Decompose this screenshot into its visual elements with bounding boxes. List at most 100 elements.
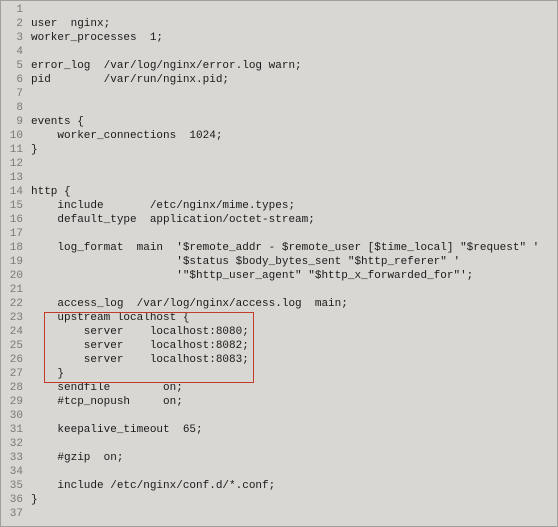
code-text — [31, 437, 557, 451]
code-text: } — [31, 367, 557, 381]
code-text — [31, 157, 557, 171]
line-number: 9 — [1, 115, 31, 129]
line-number: 4 — [1, 45, 31, 59]
code-line: 28 sendfile on; — [1, 381, 557, 395]
line-number: 19 — [1, 255, 31, 269]
code-text: log_format main '$remote_addr - $remote_… — [31, 241, 557, 255]
code-line: 23 upstream localhost { — [1, 311, 557, 325]
code-text: include /etc/nginx/mime.types; — [31, 199, 557, 213]
code-text — [31, 283, 557, 297]
line-number: 1 — [1, 3, 31, 17]
code-text: } — [31, 493, 557, 507]
line-number: 37 — [1, 507, 31, 521]
code-text: events { — [31, 115, 557, 129]
code-line: 18 log_format main '$remote_addr - $remo… — [1, 241, 557, 255]
line-number: 15 — [1, 199, 31, 213]
code-line: 8 — [1, 101, 557, 115]
code-text: access_log /var/log/nginx/access.log mai… — [31, 297, 557, 311]
line-number: 25 — [1, 339, 31, 353]
code-text: worker_connections 1024; — [31, 129, 557, 143]
line-number: 28 — [1, 381, 31, 395]
code-text: worker_processes 1; — [31, 31, 557, 45]
code-line: 20 '"$http_user_agent" "$http_x_forwarde… — [1, 269, 557, 283]
code-line: 15 include /etc/nginx/mime.types; — [1, 199, 557, 213]
line-number: 10 — [1, 129, 31, 143]
code-line: 37 — [1, 507, 557, 521]
code-text: '"$http_user_agent" "$http_x_forwarded_f… — [31, 269, 557, 283]
line-number: 33 — [1, 451, 31, 465]
code-line: 31 keepalive_timeout 65; — [1, 423, 557, 437]
code-text: include /etc/nginx/conf.d/*.conf; — [31, 479, 557, 493]
code-line: 29 #tcp_nopush on; — [1, 395, 557, 409]
code-text: keepalive_timeout 65; — [31, 423, 557, 437]
code-text — [31, 45, 557, 59]
line-number: 6 — [1, 73, 31, 87]
code-line: 17 — [1, 227, 557, 241]
code-line: 30 — [1, 409, 557, 423]
code-line: 13 — [1, 171, 557, 185]
line-number: 2 — [1, 17, 31, 31]
code-line: 32 — [1, 437, 557, 451]
code-text — [31, 507, 557, 521]
code-text: server localhost:8083; — [31, 353, 557, 367]
code-text: } — [31, 143, 557, 157]
code-text — [31, 101, 557, 115]
code-text — [31, 3, 557, 17]
line-number: 16 — [1, 213, 31, 227]
code-line: 6pid /var/run/nginx.pid; — [1, 73, 557, 87]
code-line: 16 default_type application/octet-stream… — [1, 213, 557, 227]
line-number: 8 — [1, 101, 31, 115]
code-line: 21 — [1, 283, 557, 297]
line-number: 34 — [1, 465, 31, 479]
code-line: 3worker_processes 1; — [1, 31, 557, 45]
code-line: 11} — [1, 143, 557, 157]
line-number: 35 — [1, 479, 31, 493]
code-line: 22 access_log /var/log/nginx/access.log … — [1, 297, 557, 311]
code-line: 33 #gzip on; — [1, 451, 557, 465]
line-number: 27 — [1, 367, 31, 381]
code-line: 12 — [1, 157, 557, 171]
code-line: 34 — [1, 465, 557, 479]
code-line: 26 server localhost:8083; — [1, 353, 557, 367]
line-number: 13 — [1, 171, 31, 185]
code-text: upstream localhost { — [31, 311, 557, 325]
code-line: 10 worker_connections 1024; — [1, 129, 557, 143]
code-text: #gzip on; — [31, 451, 557, 465]
code-text: sendfile on; — [31, 381, 557, 395]
code-line: 19 '$status $body_bytes_sent "$http_refe… — [1, 255, 557, 269]
line-number: 17 — [1, 227, 31, 241]
code-line: 24 server localhost:8080; — [1, 325, 557, 339]
line-number: 14 — [1, 185, 31, 199]
code-line: 2user nginx; — [1, 17, 557, 31]
line-number: 21 — [1, 283, 31, 297]
code-line: 14http { — [1, 185, 557, 199]
code-text: user nginx; — [31, 17, 557, 31]
code-text — [31, 227, 557, 241]
code-text: error_log /var/log/nginx/error.log warn; — [31, 59, 557, 73]
code-text: server localhost:8080; — [31, 325, 557, 339]
line-number: 23 — [1, 311, 31, 325]
line-number: 24 — [1, 325, 31, 339]
code-editor: 12user nginx;3worker_processes 1;45error… — [1, 1, 557, 523]
code-line: 4 — [1, 45, 557, 59]
code-line: 36} — [1, 493, 557, 507]
code-text: #tcp_nopush on; — [31, 395, 557, 409]
code-text — [31, 409, 557, 423]
code-text — [31, 465, 557, 479]
line-number: 31 — [1, 423, 31, 437]
line-number: 26 — [1, 353, 31, 367]
line-number: 12 — [1, 157, 31, 171]
code-text: '$status $body_bytes_sent "$http_referer… — [31, 255, 557, 269]
code-line: 7 — [1, 87, 557, 101]
code-text: default_type application/octet-stream; — [31, 213, 557, 227]
code-line: 5error_log /var/log/nginx/error.log warn… — [1, 59, 557, 73]
code-line: 9events { — [1, 115, 557, 129]
line-number: 20 — [1, 269, 31, 283]
line-number: 11 — [1, 143, 31, 157]
line-number: 5 — [1, 59, 31, 73]
code-text: http { — [31, 185, 557, 199]
line-number: 29 — [1, 395, 31, 409]
code-text — [31, 87, 557, 101]
code-text: server localhost:8082; — [31, 339, 557, 353]
code-text: pid /var/run/nginx.pid; — [31, 73, 557, 87]
